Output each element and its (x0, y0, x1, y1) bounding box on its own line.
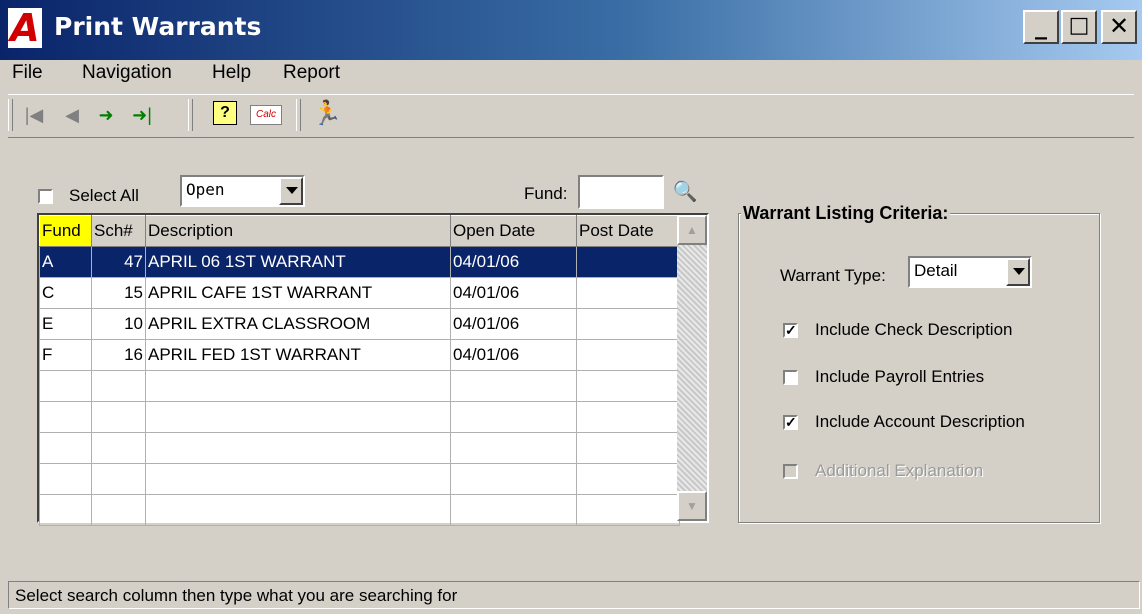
status-bar: Select search column then type what you … (8, 581, 1140, 609)
column-header-sch[interactable]: Sch# (91, 215, 146, 247)
toolbar-separator-2 (296, 99, 301, 131)
app-logo-icon: A (8, 8, 42, 48)
table-row-empty[interactable] (39, 401, 680, 433)
cell-description: APRIL 06 1ST WARRANT (145, 246, 451, 278)
cell-post-date (576, 308, 680, 340)
menu-help[interactable]: Help (212, 62, 251, 84)
warrant-type-dropdown[interactable]: Detail (908, 256, 1032, 288)
table-header-row: Fund Sch# Description Open Date Post Dat… (39, 215, 680, 247)
criteria-title: Warrant Listing Criteria: (741, 203, 951, 224)
fund-input[interactable] (578, 175, 664, 209)
fund-label: Fund: (524, 184, 568, 203)
menu-report[interactable]: Report (283, 62, 340, 84)
include-payroll-entries-label: Include Payroll Entries (815, 367, 985, 386)
cell-fund: F (39, 339, 92, 371)
vertical-scrollbar[interactable]: ▲ ▼ (677, 215, 707, 521)
chevron-down-icon[interactable] (279, 177, 303, 205)
menu-bar: File Navigation Help Report (0, 60, 1142, 88)
cell-post-date (576, 277, 680, 309)
table-row-empty[interactable] (39, 370, 680, 402)
table-row[interactable]: E 10 APRIL EXTRA CLASSROOM 04/01/06 (39, 308, 680, 340)
search-icon[interactable]: 🔍 (668, 176, 702, 208)
cell-sch: 16 (91, 339, 146, 371)
previous-record-icon[interactable]: ◀ (58, 101, 86, 129)
first-record-icon[interactable]: |◀ (20, 101, 48, 129)
include-check-description-label: Include Check Description (815, 320, 1013, 339)
table-row-empty[interactable] (39, 432, 680, 464)
warrant-type-label: Warrant Type: (780, 266, 886, 285)
last-record-icon[interactable]: ➜| (128, 101, 156, 129)
cell-description: APRIL FED 1ST WARRANT (145, 339, 451, 371)
toolbar-handle (8, 99, 13, 131)
cell-sch: 10 (91, 308, 146, 340)
table-row-empty[interactable] (39, 463, 680, 495)
warrants-table: Fund Sch# Description Open Date Post Dat… (39, 215, 680, 526)
calculator-icon[interactable]: Calc (250, 105, 282, 125)
warrants-grid[interactable]: Fund Sch# Description Open Date Post Dat… (37, 213, 709, 526)
cell-fund: A (39, 246, 92, 278)
menu-file[interactable]: File (12, 62, 43, 84)
close-button[interactable]: ✕ (1101, 10, 1137, 44)
table-row-empty[interactable] (39, 494, 680, 526)
include-payroll-entries-checkbox[interactable] (783, 370, 798, 385)
title-bar: A Print Warrants _ □ ✕ (0, 0, 1142, 60)
select-all-label: Select All (69, 186, 139, 205)
include-account-description-label: Include Account Description (815, 412, 1025, 431)
column-header-post-date[interactable]: Post Date (576, 215, 680, 247)
select-all-checkbox[interactable] (38, 189, 53, 204)
additional-explanation-label: Additional Explanation (815, 461, 984, 480)
status-dropdown[interactable]: Open (180, 175, 305, 207)
column-header-open-date[interactable]: Open Date (450, 215, 577, 247)
column-header-fund[interactable]: Fund (39, 215, 92, 247)
cell-open-date: 04/01/06 (450, 339, 577, 371)
maximize-button[interactable]: □ (1061, 10, 1097, 44)
cell-sch: 47 (91, 246, 146, 278)
table-row[interactable]: C 15 APRIL CAFE 1ST WARRANT 04/01/06 (39, 277, 680, 309)
cell-open-date: 04/01/06 (450, 277, 577, 309)
include-account-description-checkbox[interactable]: ✓ (783, 415, 798, 430)
minimize-button[interactable]: _ (1023, 10, 1059, 44)
include-check-description-checkbox[interactable]: ✓ (783, 323, 798, 338)
toolbar-separator (188, 99, 193, 131)
cell-description: APRIL EXTRA CLASSROOM (145, 308, 451, 340)
scroll-down-icon[interactable]: ▼ (677, 491, 707, 521)
table-row[interactable]: A 47 APRIL 06 1ST WARRANT 04/01/06 (39, 246, 680, 278)
warrant-type-value: Detail (914, 261, 958, 280)
scroll-up-icon[interactable]: ▲ (677, 215, 707, 245)
additional-explanation-checkbox (783, 464, 798, 479)
help-icon[interactable]: ? (213, 101, 237, 125)
run-icon[interactable]: 🏃 (312, 99, 342, 128)
window-title: Print Warrants (54, 12, 262, 41)
cell-description: APRIL CAFE 1ST WARRANT (145, 277, 451, 309)
cell-fund: C (39, 277, 92, 309)
status-dropdown-value: Open (186, 180, 225, 199)
cell-fund: E (39, 308, 92, 340)
column-header-description[interactable]: Description (145, 215, 451, 247)
cell-open-date: 04/01/06 (450, 308, 577, 340)
next-record-icon[interactable]: ➜ (92, 101, 120, 129)
cell-open-date: 04/01/06 (450, 246, 577, 278)
cell-sch: 15 (91, 277, 146, 309)
cell-post-date (576, 339, 680, 371)
table-row[interactable]: F 16 APRIL FED 1ST WARRANT 04/01/06 (39, 339, 680, 371)
cell-post-date (576, 246, 680, 278)
chevron-down-icon[interactable] (1006, 258, 1030, 286)
menu-navigation[interactable]: Navigation (82, 62, 172, 84)
toolbar: |◀ ◀ ➜ ➜| ? Calc 🏃 (8, 94, 1134, 138)
